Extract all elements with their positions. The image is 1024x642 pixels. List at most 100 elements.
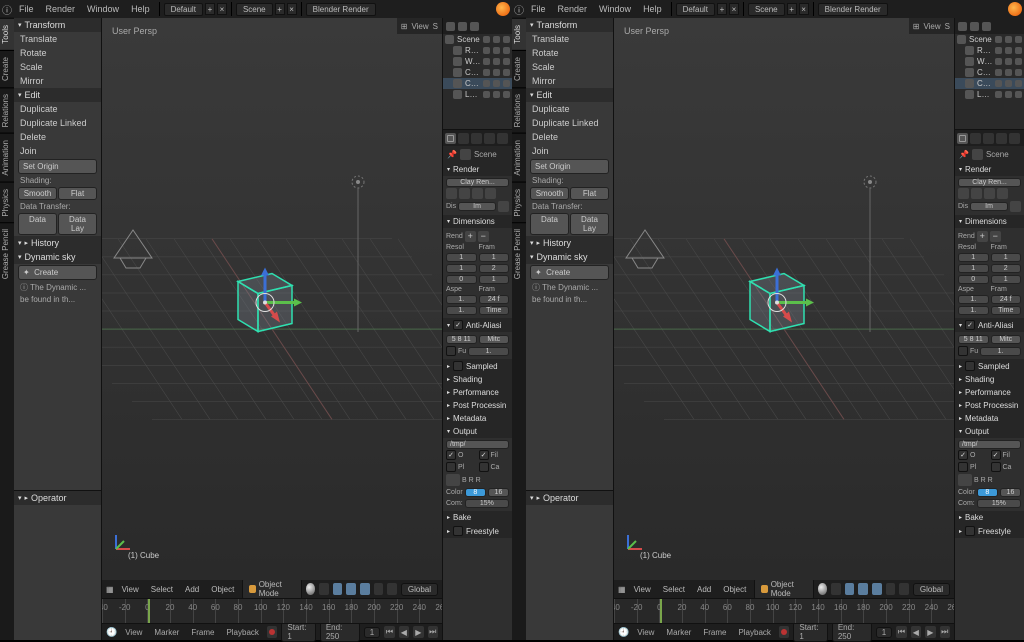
- menu-help[interactable]: Help: [126, 2, 155, 16]
- scene-select[interactable]: Scene: [748, 3, 785, 16]
- layout-select[interactable]: Default: [164, 3, 203, 16]
- prop-tab-4[interactable]: [497, 133, 508, 144]
- aa-filter[interactable]: Mitc: [991, 335, 1022, 344]
- render-icon[interactable]: [503, 91, 510, 98]
- eye-icon[interactable]: [995, 80, 1002, 87]
- dim-field[interactable]: 1: [991, 253, 1022, 262]
- dim-field[interactable]: 24 f: [479, 295, 510, 304]
- prop-tab-2[interactable]: [983, 133, 994, 144]
- aa-size[interactable]: 1.: [980, 347, 1021, 356]
- vp-menu-select[interactable]: Select: [659, 584, 689, 595]
- render-icon[interactable]: [503, 36, 510, 43]
- dim-field[interactable]: 1.: [958, 306, 989, 315]
- section-render[interactable]: Render: [955, 163, 1024, 176]
- compression-value[interactable]: 15%: [977, 499, 1021, 508]
- tab-tools[interactable]: Tools: [0, 18, 14, 50]
- end-field[interactable]: End: 250: [320, 622, 360, 642]
- cursor-icon[interactable]: [1005, 36, 1012, 43]
- pl-check[interactable]: [446, 462, 456, 472]
- jump-start-icon[interactable]: ⏮: [384, 626, 394, 638]
- section-perf[interactable]: Performance: [443, 386, 512, 399]
- format-icon[interactable]: [446, 474, 460, 486]
- scene-add-icon[interactable]: +: [275, 3, 285, 15]
- set-origin-button[interactable]: Set Origin: [18, 159, 97, 174]
- dim-field[interactable]: Time: [991, 306, 1022, 315]
- dim-field[interactable]: 1.: [446, 306, 477, 315]
- menu-render[interactable]: Render: [41, 2, 81, 16]
- editor-type-outliner-icon[interactable]: [958, 22, 967, 31]
- tool-delete[interactable]: Delete: [526, 130, 613, 144]
- panel-transform[interactable]: Transform: [14, 18, 101, 32]
- panel-history[interactable]: ▸ History: [526, 236, 613, 250]
- tl-menu-frame[interactable]: Frame: [187, 627, 218, 638]
- eye-icon[interactable]: [995, 58, 1002, 65]
- render-engine-select[interactable]: Blender Render: [818, 3, 888, 16]
- cursor-icon[interactable]: [493, 69, 500, 76]
- dim-field[interactable]: 1: [958, 264, 989, 273]
- section-bake[interactable]: Bake: [443, 511, 512, 524]
- cursor-icon[interactable]: [1005, 91, 1012, 98]
- prop-tab-4[interactable]: [1009, 133, 1020, 144]
- render-icon[interactable]: [1015, 36, 1022, 43]
- cursor-icon[interactable]: [493, 47, 500, 54]
- shade-smooth[interactable]: Smooth: [530, 187, 569, 200]
- 3d-viewport[interactable]: User Persp⊞ViewS (1) Cube: [102, 18, 442, 580]
- manipulator-translate-icon[interactable]: [845, 583, 855, 595]
- tl-menu-playback[interactable]: Playback: [222, 627, 262, 638]
- orientation-select[interactable]: Global: [913, 583, 950, 596]
- editor-type-icon[interactable]: ⓘ: [514, 2, 524, 17]
- section-meta[interactable]: Metadata: [443, 412, 512, 425]
- pin-icon[interactable]: 📌: [959, 150, 969, 159]
- dim-field[interactable]: 24 f: [991, 295, 1022, 304]
- sampled-checkbox[interactable]: [453, 361, 463, 371]
- section-antialias[interactable]: Anti-Aliasi: [443, 318, 512, 332]
- dim-field[interactable]: 2: [479, 264, 510, 273]
- tab-animation[interactable]: Animation: [512, 133, 526, 182]
- outliner-item[interactable]: Lamp: [443, 89, 512, 100]
- panel-edit[interactable]: Edit: [14, 88, 101, 102]
- tool-scale[interactable]: Scale: [14, 60, 101, 74]
- playhead[interactable]: [148, 599, 150, 623]
- lock-icon[interactable]: [498, 201, 509, 212]
- section-bake[interactable]: Bake: [955, 511, 1024, 524]
- menu-file[interactable]: File: [14, 2, 39, 16]
- cursor-icon[interactable]: [493, 91, 500, 98]
- tl-menu-marker[interactable]: Marker: [662, 627, 695, 638]
- outliner-item[interactable]: RenderLayers: [955, 45, 1024, 56]
- autokey-icon[interactable]: [779, 626, 789, 638]
- shading-mode-icon[interactable]: [818, 583, 828, 595]
- tool-mirror[interactable]: Mirror: [526, 74, 613, 88]
- section-dimensions[interactable]: Dimensions: [955, 215, 1024, 228]
- autokey-icon[interactable]: [267, 626, 277, 638]
- editor-type-3dview-icon[interactable]: ▦: [618, 585, 626, 594]
- section-output[interactable]: Output: [443, 425, 512, 438]
- output-path[interactable]: /tmp/: [446, 440, 509, 449]
- render-engine-select[interactable]: Blender Render: [306, 3, 376, 16]
- outliner-filter-icon[interactable]: [458, 22, 467, 31]
- freestyle-checkbox[interactable]: [965, 526, 975, 536]
- aa-checkbox[interactable]: [965, 320, 975, 330]
- layout-add-icon[interactable]: +: [717, 3, 727, 15]
- tab-tools[interactable]: Tools: [512, 18, 526, 50]
- lamp-gizmo[interactable]: [348, 172, 368, 337]
- vp-menu-object[interactable]: Object: [207, 584, 238, 595]
- outliner-item[interactable]: RenderLayers: [443, 45, 512, 56]
- prop-tab-1[interactable]: [970, 133, 981, 144]
- play-icon[interactable]: ▶: [413, 626, 423, 638]
- scene-select[interactable]: Scene: [236, 3, 273, 16]
- dim-field[interactable]: 0: [446, 275, 477, 284]
- sampled-checkbox[interactable]: [965, 361, 975, 371]
- layers-icon[interactable]: [886, 583, 896, 595]
- dt-data-lay[interactable]: Data Lay: [58, 213, 97, 235]
- play-reverse-icon[interactable]: ◀: [911, 626, 921, 638]
- render-icon[interactable]: [503, 69, 510, 76]
- audio-icon[interactable]: [472, 188, 483, 199]
- eye-icon[interactable]: [483, 80, 490, 87]
- dt-data-lay[interactable]: Data Lay: [570, 213, 609, 235]
- outliner-item[interactable]: Camera: [955, 67, 1024, 78]
- eye-icon[interactable]: [995, 69, 1002, 76]
- shading-mode-icon[interactable]: [306, 583, 316, 595]
- timeline-ruler[interactable]: -40-200204060801001201401601802002202402…: [614, 598, 954, 624]
- playhead[interactable]: [660, 599, 662, 623]
- ca-check[interactable]: [479, 462, 489, 472]
